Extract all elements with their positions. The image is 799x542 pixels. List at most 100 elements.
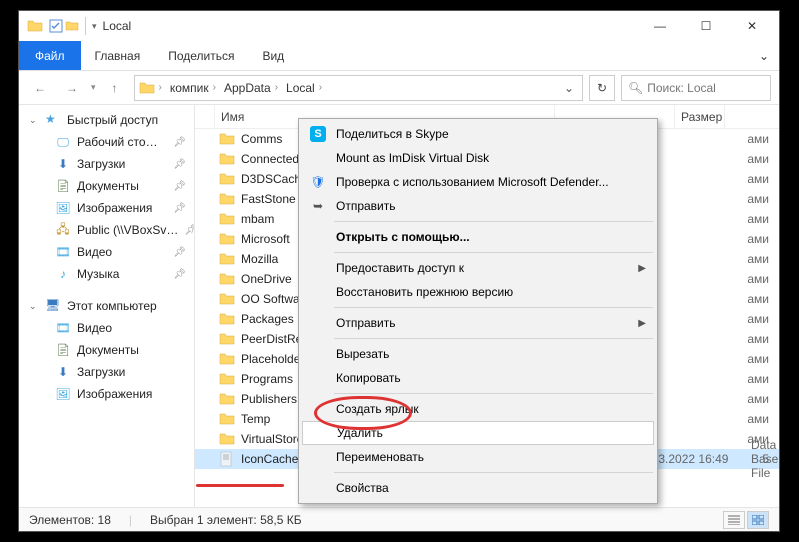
context-menu-separator bbox=[334, 338, 653, 339]
breadcrumb-chev[interactable]: › bbox=[155, 82, 166, 93]
nav-quick-access[interactable]: ⌄ ★ Быстрый доступ bbox=[19, 109, 194, 131]
search-icon: 🔍︎ bbox=[628, 81, 643, 95]
qat-dropdown-icon[interactable]: ▾ bbox=[92, 21, 97, 32]
folder-icon bbox=[219, 311, 235, 327]
nav-this-pc[interactable]: ⌄ 🖥︎ Этот компьютер bbox=[19, 295, 194, 317]
refresh-button[interactable]: ↻ bbox=[589, 75, 615, 101]
breadcrumb-folder-icon bbox=[139, 80, 155, 96]
expand-icon[interactable]: ⌄ bbox=[29, 301, 39, 312]
sidebar-item-downloads[interactable]: ⬇︎Загрузки bbox=[19, 361, 194, 383]
context-menu-item[interactable]: Удалить bbox=[302, 421, 654, 445]
context-menu-item[interactable]: Создать ярлык bbox=[302, 397, 654, 421]
context-menu-separator bbox=[334, 307, 653, 308]
pc-icon: 🖥︎ bbox=[45, 298, 61, 314]
status-bar: Элементов: 18 | Выбран 1 элемент: 58,5 К… bbox=[19, 507, 779, 531]
downloads-icon: ⬇︎ bbox=[55, 156, 71, 172]
documents-icon: 📄︎ bbox=[55, 342, 71, 358]
folder-icon bbox=[219, 191, 235, 207]
network-icon: 🖧︎ bbox=[55, 222, 71, 238]
status-count: Элементов: 18 bbox=[29, 513, 111, 527]
address-dropdown-icon[interactable]: ⌄ bbox=[560, 81, 578, 95]
context-menu-item[interactable]: Свойства bbox=[302, 476, 654, 500]
view-icons-button[interactable] bbox=[747, 511, 769, 529]
close-button[interactable]: ✕ bbox=[729, 11, 775, 41]
nav-recent-icon[interactable]: ▾ bbox=[91, 82, 96, 93]
folder-icon bbox=[219, 371, 235, 387]
context-menu-item[interactable]: Открыть с помощью... bbox=[302, 225, 654, 249]
column-size[interactable]: Размер bbox=[675, 105, 725, 128]
context-menu-item[interactable]: Отправить▶ bbox=[302, 311, 654, 335]
sidebar-item-network[interactable]: 🖧︎Public (\\VBoxSv… 📌︎ bbox=[19, 219, 194, 241]
pictures-icon: 🖼︎ bbox=[55, 386, 71, 402]
address-bar[interactable]: › компик› AppData› Local› ⌄ bbox=[134, 75, 583, 101]
desktop-icon: 🖵︎ bbox=[55, 134, 71, 150]
folder-icon bbox=[219, 331, 235, 347]
nav-forward-button[interactable]: → bbox=[59, 75, 85, 101]
pictures-icon: 🖼︎ bbox=[55, 200, 71, 216]
sidebar-item-downloads[interactable]: ⬇︎Загрузки 📌︎ bbox=[19, 153, 194, 175]
sidebar-item-video[interactable]: 🎞︎Видео 📌︎ bbox=[19, 241, 194, 263]
sidebar-item-pictures[interactable]: 🖼︎Изображения 📌︎ bbox=[19, 197, 194, 219]
context-menu-separator bbox=[334, 393, 653, 394]
folder-icon bbox=[219, 271, 235, 287]
downloads-icon: ⬇︎ bbox=[55, 364, 71, 380]
titlebar: ▾ Local — ☐ ✕ bbox=[19, 11, 779, 41]
breadcrumb-item[interactable]: AppData› bbox=[220, 81, 282, 95]
search-input[interactable]: 🔍︎ Поиск: Local bbox=[621, 75, 771, 101]
share-icon: ➥ bbox=[310, 198, 326, 214]
folder-icon bbox=[219, 251, 235, 267]
expand-icon[interactable]: ⌄ bbox=[29, 115, 39, 126]
context-menu-item[interactable]: SПоделиться в Skype bbox=[302, 122, 654, 146]
video-icon: 🎞︎ bbox=[55, 244, 71, 260]
maximize-button[interactable]: ☐ bbox=[683, 11, 729, 41]
context-menu-separator bbox=[334, 472, 653, 473]
sidebar-item-documents[interactable]: 📄︎Документы bbox=[19, 339, 194, 361]
window-title: Local bbox=[103, 19, 132, 33]
minimize-button[interactable]: — bbox=[637, 11, 683, 41]
submenu-arrow-icon: ▶ bbox=[638, 263, 646, 274]
address-row: ← → ▾ ↑ › компик› AppData› Local› ⌄ ↻ 🔍︎… bbox=[19, 71, 779, 105]
pin-icon: 📌︎ bbox=[173, 203, 186, 214]
sidebar-item-pictures[interactable]: 🖼︎Изображения bbox=[19, 383, 194, 405]
nav-up-button[interactable]: ↑ bbox=[102, 75, 128, 101]
qat-properties-icon[interactable] bbox=[49, 19, 63, 33]
sidebar-item-music[interactable]: ♪︎Музыка 📌︎ bbox=[19, 263, 194, 285]
folder-icon bbox=[219, 411, 235, 427]
ribbon-tab-home[interactable]: Главная bbox=[81, 41, 155, 70]
context-menu-separator bbox=[334, 221, 653, 222]
context-menu: SПоделиться в Skype Mount as ImDisk Virt… bbox=[298, 118, 658, 504]
pin-icon: 📌︎ bbox=[173, 269, 186, 280]
qat-sep bbox=[85, 17, 86, 35]
pin-icon: 📌︎ bbox=[173, 247, 186, 258]
folder-icon bbox=[219, 391, 235, 407]
ribbon-file-tab[interactable]: Файл bbox=[19, 41, 81, 70]
ribbon-expand-icon[interactable]: ⌄ bbox=[749, 41, 779, 70]
sidebar-item-documents[interactable]: 📄︎Документы 📌︎ bbox=[19, 175, 194, 197]
qat-newfolder-icon[interactable] bbox=[65, 19, 79, 33]
ribbon-tab-view[interactable]: Вид bbox=[248, 41, 298, 70]
pin-icon: 📌︎ bbox=[184, 225, 195, 236]
context-menu-item[interactable]: Mount as ImDisk Virtual Disk bbox=[302, 146, 654, 170]
submenu-arrow-icon: ▶ bbox=[638, 318, 646, 329]
navigation-pane: ⌄ ★ Быстрый доступ 🖵︎Рабочий сто… 📌︎ ⬇︎З… bbox=[19, 105, 195, 507]
breadcrumb-item[interactable]: Local› bbox=[282, 81, 326, 95]
context-menu-item[interactable]: Восстановить прежнюю версию bbox=[302, 280, 654, 304]
pin-icon: 📌︎ bbox=[173, 181, 186, 192]
breadcrumb-item[interactable]: компик› bbox=[166, 81, 220, 95]
folder-icon bbox=[27, 18, 43, 34]
context-menu-item[interactable]: Предоставить доступ к▶ bbox=[302, 256, 654, 280]
folder-icon bbox=[219, 231, 235, 247]
sidebar-item-video[interactable]: 🎞︎Видео bbox=[19, 317, 194, 339]
context-menu-item[interactable]: Вырезать bbox=[302, 342, 654, 366]
folder-icon bbox=[219, 171, 235, 187]
view-details-button[interactable] bbox=[723, 511, 745, 529]
context-menu-item[interactable]: ➥Отправить bbox=[302, 194, 654, 218]
context-menu-item[interactable]: Переименовать bbox=[302, 445, 654, 469]
sidebar-item-desktop[interactable]: 🖵︎Рабочий сто… 📌︎ bbox=[19, 131, 194, 153]
context-menu-item[interactable]: Копировать bbox=[302, 366, 654, 390]
ribbon-tab-share[interactable]: Поделиться bbox=[154, 41, 248, 70]
folder-icon bbox=[219, 351, 235, 367]
video-icon: 🎞︎ bbox=[55, 320, 71, 336]
context-menu-item[interactable]: 🛡︎Проверка с использованием Microsoft De… bbox=[302, 170, 654, 194]
nav-back-button[interactable]: ← bbox=[27, 75, 53, 101]
